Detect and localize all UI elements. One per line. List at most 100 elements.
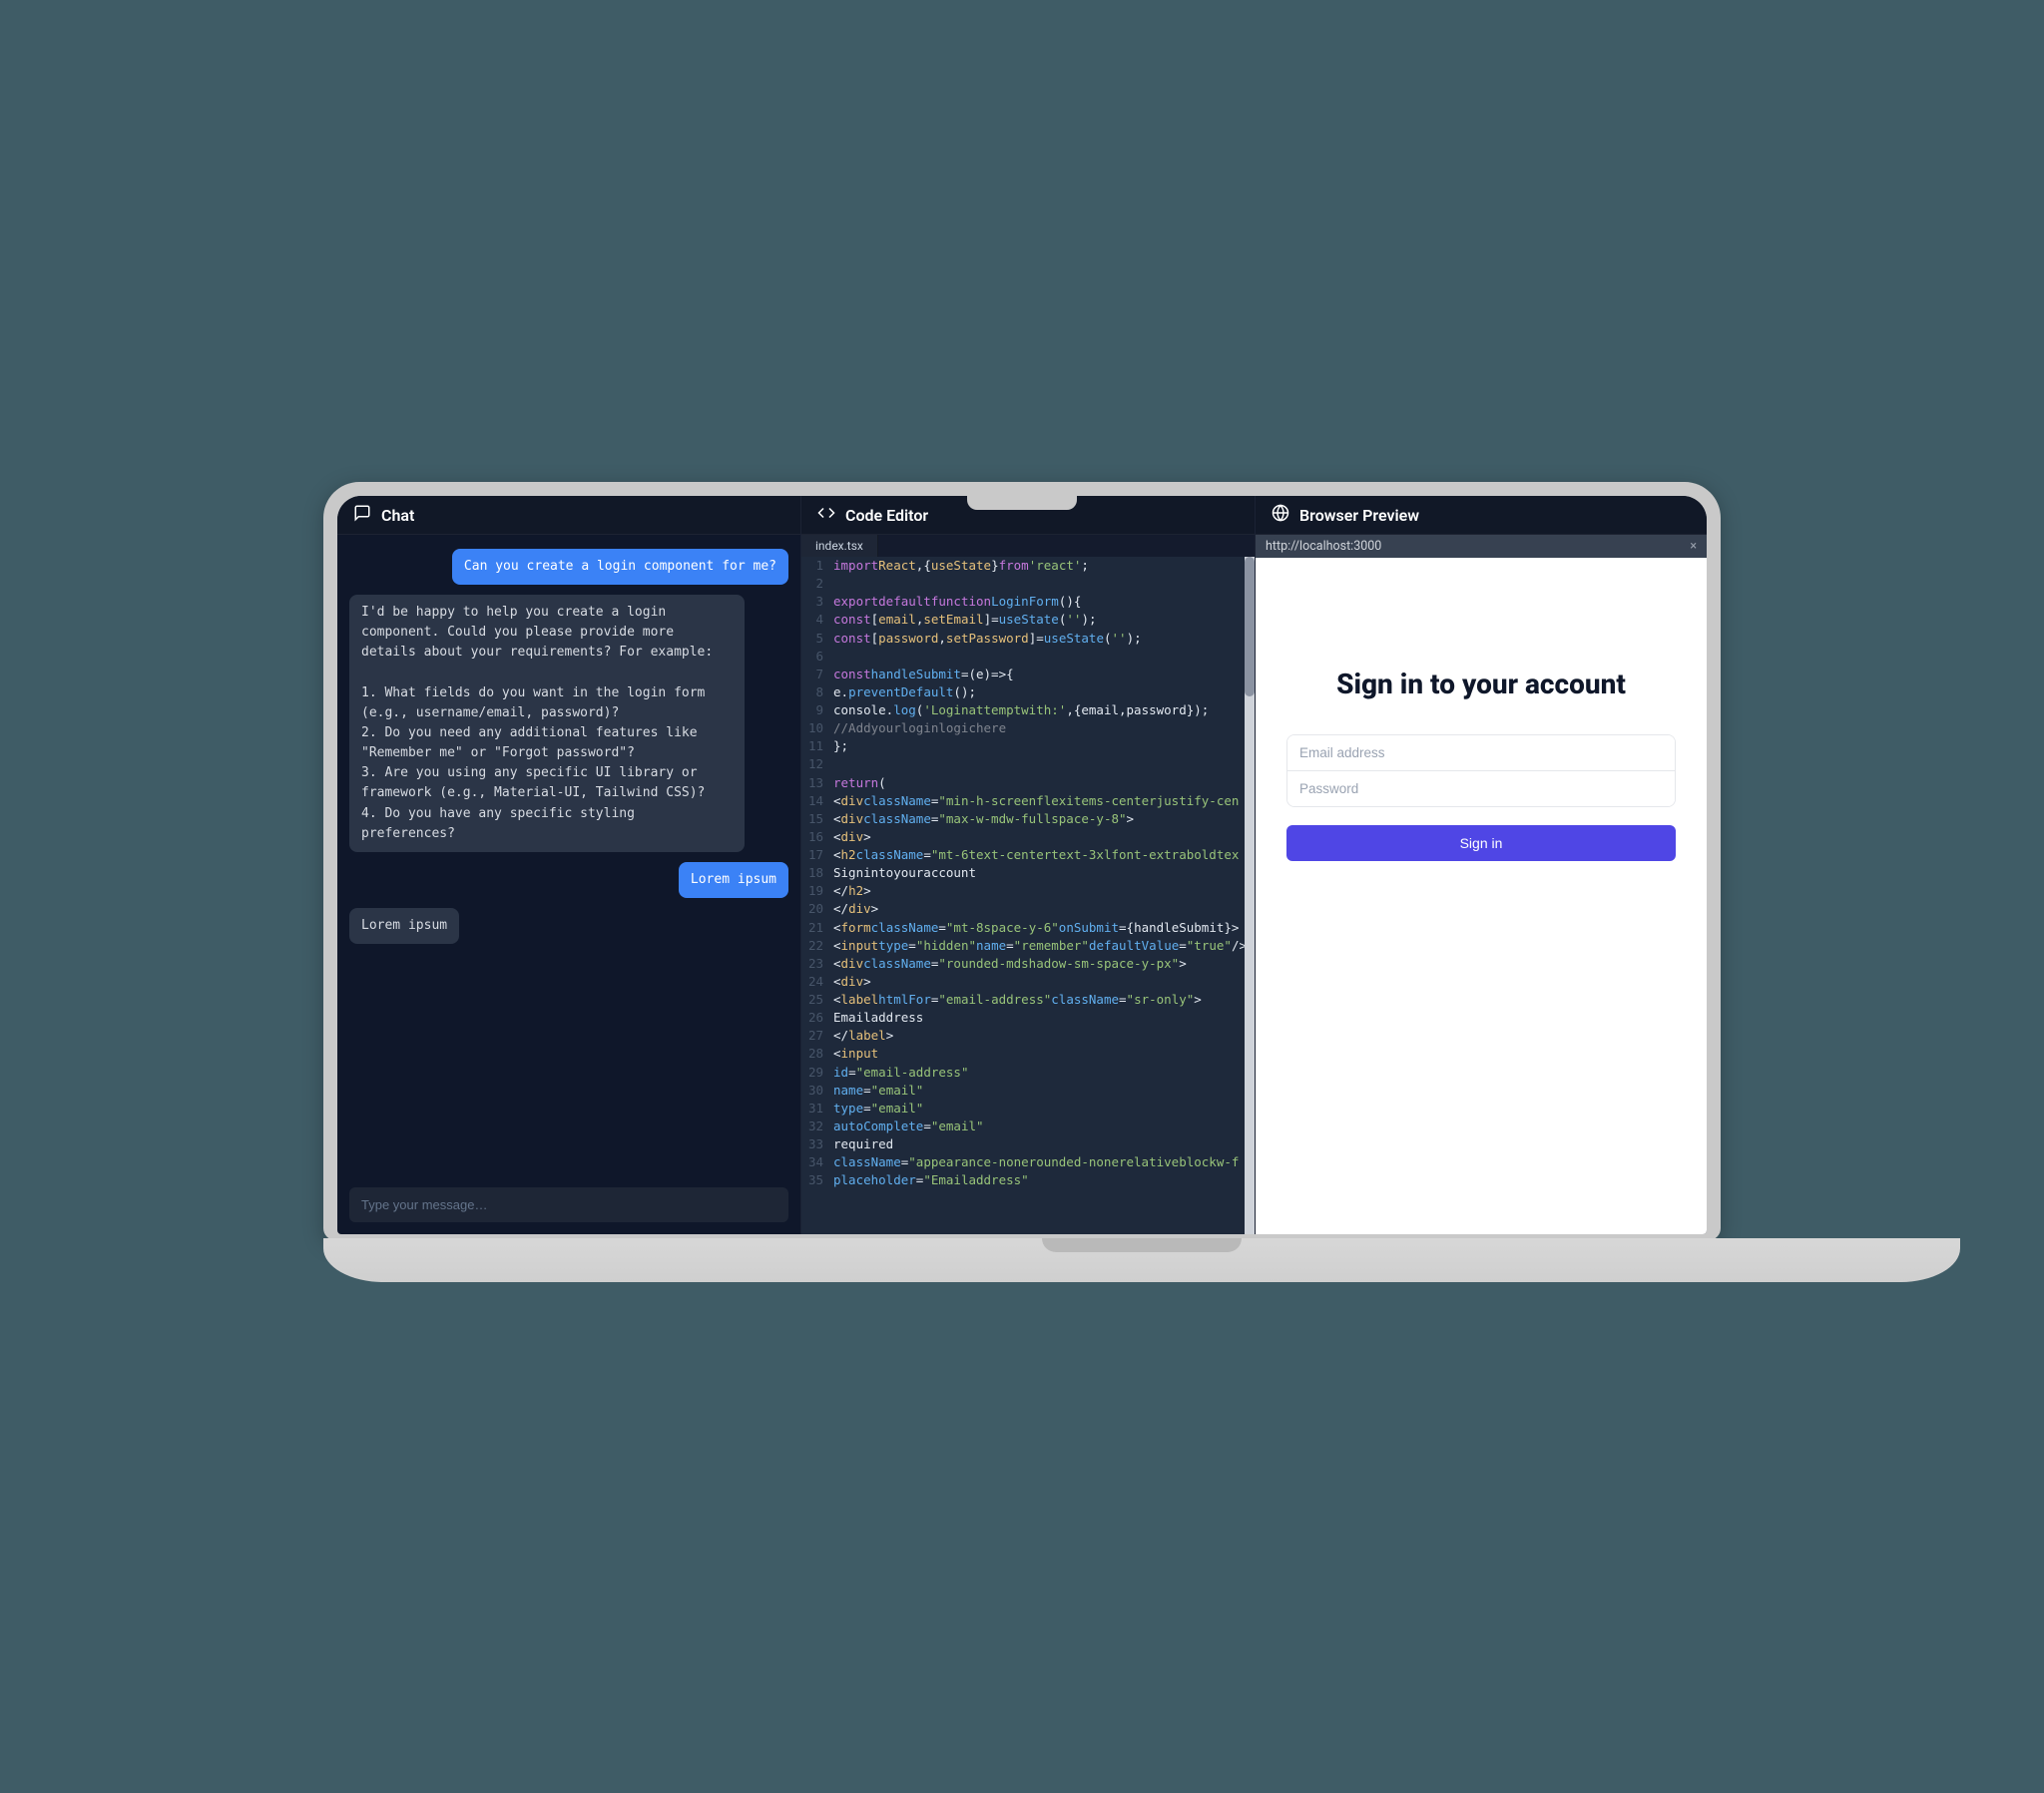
line-number: 8 xyxy=(801,683,833,701)
line-content: </div> xyxy=(833,900,878,918)
line-number: 18 xyxy=(801,864,833,882)
line-number: 21 xyxy=(801,919,833,937)
line-number: 12 xyxy=(801,755,833,773)
line-number: 30 xyxy=(801,1082,833,1100)
line-content: }; xyxy=(833,737,848,755)
email-field[interactable] xyxy=(1287,735,1675,771)
url-bar[interactable]: http://localhost:3000 × xyxy=(1256,535,1707,558)
code-line: 9console.log('Loginattemptwith:',{email,… xyxy=(801,701,1255,719)
code-line: 22<inputtype="hidden"name="remember"defa… xyxy=(801,937,1255,955)
line-content: required xyxy=(833,1135,893,1153)
code-line: 32autoComplete="email" xyxy=(801,1118,1255,1135)
chat-message-assistant: Lorem ipsum xyxy=(349,908,459,944)
line-number: 19 xyxy=(801,882,833,900)
line-number: 17 xyxy=(801,846,833,864)
globe-icon xyxy=(1272,504,1289,526)
laptop-base xyxy=(323,1238,1960,1282)
chat-message-user: Lorem ipsum xyxy=(679,862,788,898)
preview-header: Browser Preview xyxy=(1256,496,1707,535)
code-line: 11}; xyxy=(801,737,1255,755)
line-content: <input xyxy=(833,1045,878,1063)
chat-title: Chat xyxy=(381,506,414,525)
code-line: 5const[password,setPassword]=useState(''… xyxy=(801,630,1255,648)
chat-icon xyxy=(353,504,371,526)
line-content: </h2> xyxy=(833,882,871,900)
line-number: 2 xyxy=(801,575,833,593)
chat-message-user: Can you create a login component for me? xyxy=(452,549,788,585)
panels: Chat Can you create a login component fo… xyxy=(337,496,1707,1234)
code-line: 24<div> xyxy=(801,973,1255,991)
signin-heading: Sign in to your account xyxy=(1336,668,1626,700)
code-line: 1importReact,{useState}from'react'; xyxy=(801,557,1255,575)
notch xyxy=(967,496,1077,510)
code-line: 15<divclassName="max-w-mdw-fullspace-y-8… xyxy=(801,810,1255,828)
line-content: return( xyxy=(833,774,886,792)
line-content: importReact,{useState}from'react'; xyxy=(833,557,1089,575)
chat-header: Chat xyxy=(337,496,800,535)
browser-viewport: Sign in to your account Sign in xyxy=(1256,558,1707,1234)
code-line: 4const[email,setEmail]=useState(''); xyxy=(801,611,1255,629)
code-line: 34className="appearance-nonerounded-none… xyxy=(801,1153,1255,1171)
line-number: 24 xyxy=(801,973,833,991)
line-number: 16 xyxy=(801,828,833,846)
code-line: 29id="email-address" xyxy=(801,1064,1255,1082)
line-content: <labelhtmlFor="email-address"className="… xyxy=(833,991,1202,1009)
code-line: 16<div> xyxy=(801,828,1255,846)
code-line: 28<input xyxy=(801,1045,1255,1063)
line-number: 1 xyxy=(801,557,833,575)
line-content: <formclassName="mt-8space-y-6"onSubmit={… xyxy=(833,919,1239,937)
chat-input-row xyxy=(337,1177,800,1234)
line-number: 9 xyxy=(801,701,833,719)
signin-button[interactable]: Sign in xyxy=(1286,825,1676,861)
line-number: 33 xyxy=(801,1135,833,1153)
line-content: const[email,setEmail]=useState(''); xyxy=(833,611,1097,629)
line-content: Emailaddress xyxy=(833,1009,923,1027)
line-content: <divclassName="rounded-mdshadow-sm-space… xyxy=(833,955,1187,973)
code-scroll[interactable]: 1importReact,{useState}from'react';23exp… xyxy=(801,557,1255,1234)
line-number: 4 xyxy=(801,611,833,629)
line-number: 29 xyxy=(801,1064,833,1082)
line-number: 13 xyxy=(801,774,833,792)
chat-body: Can you create a login component for me?… xyxy=(337,535,800,1177)
screen-bezel: Chat Can you create a login component fo… xyxy=(323,482,1721,1240)
code-line: 2 xyxy=(801,575,1255,593)
line-content: placeholder="Emailaddress" xyxy=(833,1171,1029,1189)
code-line: 18Signintoyouraccount xyxy=(801,864,1255,882)
line-number: 23 xyxy=(801,955,833,973)
code-line: 33required xyxy=(801,1135,1255,1153)
editor-panel: Code Editor index.tsx 1importReact,{useS… xyxy=(801,496,1256,1234)
line-number: 7 xyxy=(801,666,833,683)
line-number: 25 xyxy=(801,991,833,1009)
chat-message-assistant: I'd be happy to help you create a login … xyxy=(349,595,745,852)
line-content: exportdefaultfunctionLoginForm(){ xyxy=(833,593,1081,611)
preview-title: Browser Preview xyxy=(1299,506,1419,525)
line-content: //Addyourloginlogichere xyxy=(833,719,1006,737)
laptop-frame: Chat Can you create a login component fo… xyxy=(323,482,1721,1282)
line-content: </label> xyxy=(833,1027,893,1045)
code-line: 6 xyxy=(801,648,1255,666)
line-number: 3 xyxy=(801,593,833,611)
line-content: Signintoyouraccount xyxy=(833,864,976,882)
code-line: 12 xyxy=(801,755,1255,773)
code-line: 26Emailaddress xyxy=(801,1009,1255,1027)
line-number: 26 xyxy=(801,1009,833,1027)
line-number: 22 xyxy=(801,937,833,955)
code-line: 25<labelhtmlFor="email-address"className… xyxy=(801,991,1255,1009)
chat-input[interactable] xyxy=(349,1187,788,1222)
password-field[interactable] xyxy=(1287,771,1675,806)
code-line: 27</label> xyxy=(801,1027,1255,1045)
line-content: <h2className="mt-6text-centertext-3xlfon… xyxy=(833,846,1239,864)
close-icon[interactable]: × xyxy=(1690,539,1697,554)
line-number: 28 xyxy=(801,1045,833,1063)
code-line: 21<formclassName="mt-8space-y-6"onSubmit… xyxy=(801,919,1255,937)
line-number: 35 xyxy=(801,1171,833,1189)
line-number: 10 xyxy=(801,719,833,737)
code-line: 23<divclassName="rounded-mdshadow-sm-spa… xyxy=(801,955,1255,973)
code-line: 8e.preventDefault(); xyxy=(801,683,1255,701)
code-line: 17<h2className="mt-6text-centertext-3xlf… xyxy=(801,846,1255,864)
editor-tab[interactable]: index.tsx xyxy=(801,535,878,557)
line-content: name="email" xyxy=(833,1082,923,1100)
line-number: 14 xyxy=(801,792,833,810)
line-number: 20 xyxy=(801,900,833,918)
line-content: className="appearance-nonerounded-nonere… xyxy=(833,1153,1239,1171)
